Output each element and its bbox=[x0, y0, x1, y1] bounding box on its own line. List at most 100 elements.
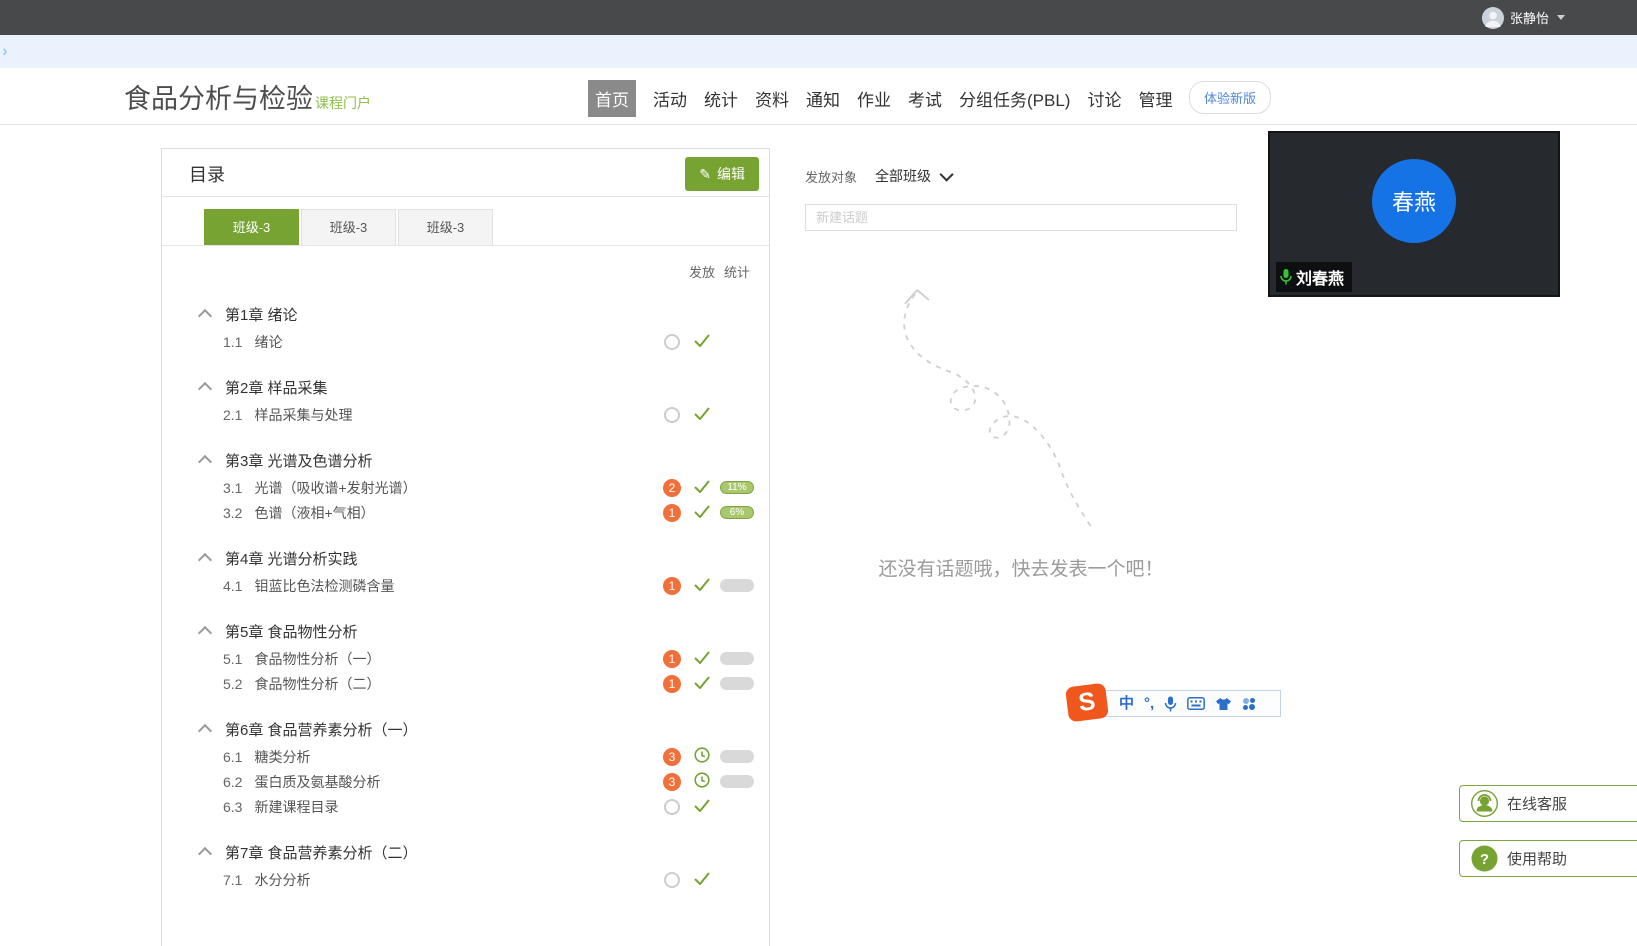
activity-count-badge: 1 bbox=[663, 504, 681, 522]
help-button[interactable]: ? 使用帮助 bbox=[1459, 840, 1637, 877]
collapse-chevron-icon[interactable] bbox=[198, 454, 212, 468]
ime-punctuation-toggle[interactable]: °, bbox=[1144, 696, 1154, 711]
chapter-header[interactable]: 第3章 光谱及色谱分析 bbox=[162, 445, 769, 475]
chapter-header[interactable]: 第1章 绪论 bbox=[162, 299, 769, 329]
ime-skin-icon[interactable] bbox=[1215, 697, 1232, 711]
publish-target-row: 发放对象 全部班级 bbox=[805, 166, 953, 186]
section-number: 3.2 bbox=[223, 505, 242, 521]
section-row[interactable]: 6.1糖类分析3 bbox=[162, 744, 769, 769]
nav-item[interactable]: 考试 bbox=[908, 80, 942, 117]
collapse-chevron-icon[interactable] bbox=[198, 552, 212, 566]
ime-mode-toggle[interactable]: 中 bbox=[1119, 696, 1134, 711]
chapter-list: 第1章 绪论1.1绪论第2章 样品采集 2.1样品采集与处理第3章 光谱及色谱分析… bbox=[162, 299, 769, 892]
chapter-header[interactable]: 第2章 样品采集 bbox=[162, 372, 769, 402]
collapse-chevron-icon[interactable] bbox=[198, 625, 212, 639]
collapse-chevron-icon[interactable] bbox=[198, 381, 212, 395]
question-mark-icon: ? bbox=[1471, 845, 1498, 872]
ime-voice-icon[interactable] bbox=[1164, 696, 1177, 712]
chapter: 第4章 光谱分析实践4.1钼蓝比色法检测磷含量1 bbox=[162, 543, 769, 598]
progress-pill[interactable] bbox=[720, 579, 754, 592]
progress-pill[interactable] bbox=[720, 677, 754, 690]
site-header: 食品分析与检验课程门户 首页活动统计资料通知作业考试分组任务(PBL)讨论管理 … bbox=[0, 68, 1637, 125]
publish-circle-icon[interactable] bbox=[664, 872, 680, 888]
section-row[interactable]: 7.1 水分分析 bbox=[162, 867, 769, 892]
collapse-chevron-icon[interactable] bbox=[198, 308, 212, 322]
class-filter-dropdown[interactable]: 全部班级 bbox=[875, 166, 953, 186]
chapter-header[interactable]: 第4章 光谱分析实践 bbox=[162, 543, 769, 573]
clock-icon bbox=[694, 772, 710, 791]
chapter-header[interactable]: 第7章 食品营养素分析（二） bbox=[162, 837, 769, 867]
activity-count-badge: 1 bbox=[663, 650, 681, 668]
chapter: 第1章 绪论1.1绪论 bbox=[162, 299, 769, 354]
ime-keyboard-icon[interactable] bbox=[1187, 697, 1205, 710]
user-menu[interactable]: 张静怡 bbox=[1482, 7, 1565, 29]
check-icon bbox=[694, 799, 710, 815]
chapter: 第6章 食品营养素分析（一）6.1糖类分析36.2蛋白质及氨基酸分析36.3新建… bbox=[162, 714, 769, 819]
check-icon bbox=[694, 578, 710, 594]
column-stats[interactable]: 统计 bbox=[717, 262, 757, 281]
section-number: 3.1 bbox=[223, 480, 242, 496]
chapter: 第7章 食品营养素分析（二） 7.1 水分分析 bbox=[162, 837, 769, 892]
section-row[interactable]: 2.1样品采集与处理 bbox=[162, 402, 769, 427]
section-row[interactable]: 6.2蛋白质及氨基酸分析3 bbox=[162, 769, 769, 794]
collapse-chevron-icon[interactable] bbox=[198, 846, 212, 860]
progress-pill[interactable]: 11% bbox=[720, 481, 754, 494]
class-tab[interactable]: 班级-3 bbox=[398, 209, 493, 245]
section-row[interactable]: 3.2色谱（液相+气相）16% bbox=[162, 500, 769, 525]
nav-item[interactable]: 统计 bbox=[704, 80, 738, 117]
online-service-button[interactable]: 在线客服 bbox=[1459, 785, 1637, 822]
toc-title: 目录 bbox=[189, 161, 225, 187]
section-row[interactable]: 5.1食品物性分析（一）1 bbox=[162, 646, 769, 671]
nav-item[interactable]: 通知 bbox=[806, 80, 840, 117]
publish-circle-icon[interactable] bbox=[664, 407, 680, 423]
chapter: 第5章 食品物性分析5.1食品物性分析（一）15.2食品物性分析（二）1 bbox=[162, 616, 769, 696]
section-row[interactable]: 3.1光谱（吸收谱+发射光谱）211% bbox=[162, 475, 769, 500]
check-icon bbox=[694, 651, 710, 667]
chapter-header[interactable]: 第6章 食品营养素分析（一） bbox=[162, 714, 769, 744]
section-row[interactable]: 1.1绪论 bbox=[162, 329, 769, 354]
progress-pill[interactable] bbox=[720, 775, 754, 788]
section-row[interactable]: 6.3新建课程目录 bbox=[162, 794, 769, 819]
topbar: 张静怡 bbox=[0, 0, 1637, 35]
class-tab[interactable]: 班级-3 bbox=[301, 209, 396, 245]
section-title: 水分分析 bbox=[254, 870, 657, 890]
section-row[interactable]: 4.1钼蓝比色法检测磷含量1 bbox=[162, 573, 769, 598]
nav-item[interactable]: 资料 bbox=[755, 80, 789, 117]
progress-pill[interactable]: 6% bbox=[720, 506, 754, 519]
course-portal-label: 课程门户 bbox=[315, 95, 371, 111]
activity-count-badge: 3 bbox=[663, 773, 681, 791]
nav-item[interactable]: 活动 bbox=[653, 80, 687, 117]
sogou-ime-logo[interactable]: S bbox=[1065, 683, 1109, 723]
class-tabs: 班级-3班级-3班级-3 bbox=[162, 197, 769, 246]
check-icon bbox=[694, 676, 710, 692]
section-row[interactable]: 5.2食品物性分析（二）1 bbox=[162, 671, 769, 696]
section-title: 新建课程目录 bbox=[254, 797, 657, 817]
publish-circle-icon[interactable] bbox=[664, 799, 680, 815]
empty-state-message: 还没有话题哦，快去发表一个吧！ bbox=[805, 554, 1237, 581]
section-title: 绪论 bbox=[254, 332, 657, 352]
video-call-panel: 春燕 刘春燕 bbox=[1268, 131, 1560, 297]
nav-item[interactable]: 作业 bbox=[857, 80, 891, 117]
username: 张静怡 bbox=[1510, 8, 1549, 27]
chapter-title: 第2章 样品采集 bbox=[225, 377, 328, 398]
chapter-header[interactable]: 第5章 食品物性分析 bbox=[162, 616, 769, 646]
section-number: 5.2 bbox=[223, 676, 242, 692]
collapse-chevron-icon[interactable] bbox=[198, 723, 212, 737]
toc-header: 目录 ✎ 编辑 bbox=[162, 149, 769, 197]
section-number: 7.1 bbox=[223, 872, 242, 888]
activity-count-badge: 2 bbox=[663, 479, 681, 497]
nav-item[interactable]: 讨论 bbox=[1087, 80, 1121, 117]
nav-item[interactable]: 首页 bbox=[588, 80, 636, 117]
nav-item[interactable]: 分组任务(PBL) bbox=[959, 80, 1070, 117]
ime-more-tools-icon[interactable] bbox=[1242, 697, 1256, 711]
nav-item[interactable]: 管理 bbox=[1138, 80, 1172, 117]
new-topic-input[interactable] bbox=[805, 204, 1237, 231]
progress-pill[interactable] bbox=[720, 750, 754, 763]
progress-pill[interactable] bbox=[720, 652, 754, 665]
microphone-on-icon bbox=[1279, 268, 1293, 286]
publish-circle-icon[interactable] bbox=[664, 334, 680, 350]
class-tab[interactable]: 班级-3 bbox=[204, 209, 299, 245]
expand-chevron-icon[interactable]: › bbox=[2, 41, 8, 61]
edit-button[interactable]: ✎ 编辑 bbox=[685, 157, 759, 191]
try-new-version-button[interactable]: 体验新版 bbox=[1189, 81, 1271, 114]
